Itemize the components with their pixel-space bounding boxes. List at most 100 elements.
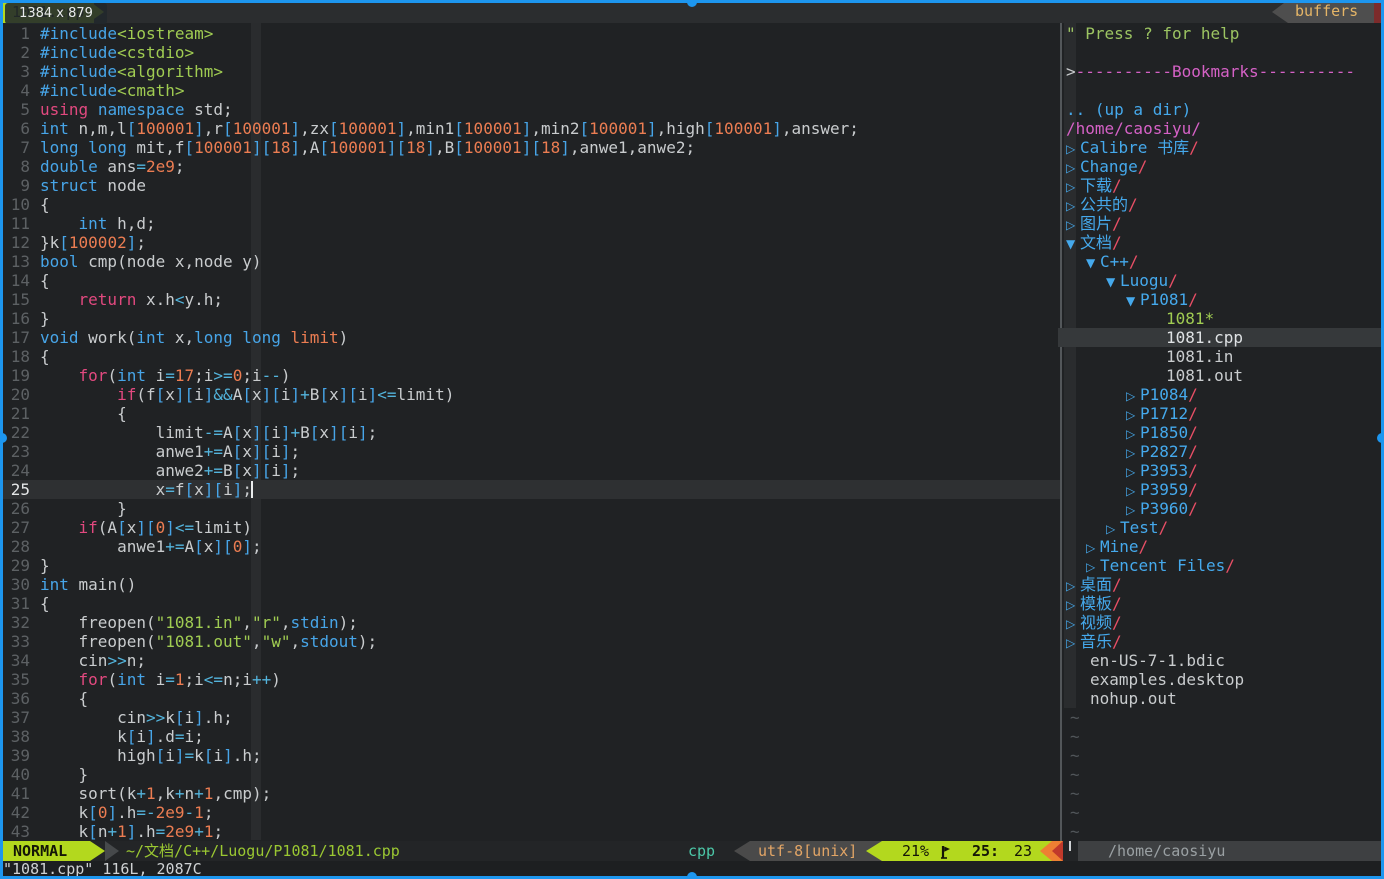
line-number: 25 [0,480,30,499]
code-line-22[interactable]: 22 limit-=A[x][i]+B[x][i]; [0,423,1062,442]
tree-item-Change[interactable]: ▷Change/ [1058,157,1384,176]
tree-item-P3960[interactable]: ▷P3960/ [1058,499,1384,518]
code-line-4[interactable]: 4#include<cmath> [0,81,1062,100]
code-line-9[interactable]: 9struct node [0,176,1062,195]
code-line-30[interactable]: 30int main() [0,575,1062,594]
tree-item-Mine[interactable]: ▷Mine/ [1058,537,1384,556]
vim-editor-screen: 1081.cpp buffers 1384 x 879 1#include<io… [0,0,1384,879]
line-number: 35 [0,670,30,689]
code-line-1[interactable]: 1#include<iostream> [0,24,1062,43]
tree-item-P1850[interactable]: ▷P1850/ [1058,423,1384,442]
tree-item-~[interactable]: ~ [1058,765,1384,784]
tree-item-nohup.out[interactable]: nohup.out [1058,689,1384,708]
tree-item-图片[interactable]: ▷图片/ [1058,214,1384,233]
code-line-42[interactable]: 42 k[0].h=-2e9-1; [0,803,1062,822]
code-line-25[interactable]: 25 x=f[x][i]; [0,480,1062,499]
code-line-20[interactable]: 20 if(f[x][i]&&A[x][i]+B[x][i]<=limit) [0,385,1062,404]
tree-item-" Press ? for help[interactable]: " Press ? for help [1058,24,1384,43]
code-line-33[interactable]: 33 freopen("1081.out","w",stdout); [0,632,1062,651]
code-line-27[interactable]: 27 if(A[x][0]<=limit) [0,518,1062,537]
tree-item-Test[interactable]: ▷Test/ [1058,518,1384,537]
tree-item-1081.cpp[interactable]: 1081.cpp [1058,328,1384,347]
tree-item-~[interactable]: ~ [1058,727,1384,746]
tree-item-文档[interactable]: ▼文档/ [1058,233,1384,252]
tree-item-~[interactable]: ~ [1058,784,1384,803]
line-number: 6 [0,119,30,138]
tree-item-Luogu[interactable]: ▼Luogu/ [1058,271,1384,290]
code-line-34[interactable]: 34 cin>>n; [0,651,1062,670]
code-line-11[interactable]: 11 int h,d; [0,214,1062,233]
code-line-40[interactable]: 40 } [0,765,1062,784]
tree-item-Calibre 书库[interactable]: ▷Calibre 书库/ [1058,138,1384,157]
code-line-16[interactable]: 16} [0,309,1062,328]
code-line-6[interactable]: 6int n,m,l[100001],r[100001],zx[100001],… [0,119,1062,138]
tree-item-examples.desktop[interactable]: examples.desktop [1058,670,1384,689]
tree-item-P3959[interactable]: ▷P3959/ [1058,480,1384,499]
code-line-35[interactable]: 35 for(int i=1;i<=n;i++) [0,670,1062,689]
code-line-19[interactable]: 19 for(int i=17;i>=0;i--) [0,366,1062,385]
code-line-18[interactable]: 18{ [0,347,1062,366]
code-line-21[interactable]: 21 { [0,404,1062,423]
code-line-37[interactable]: 37 cin>>k[i].h; [0,708,1062,727]
tree-item-1081.out[interactable]: 1081.out [1058,366,1384,385]
tree-item->----------Bookmarks[interactable]: >----------Bookmarks---------- [1058,62,1384,81]
tree-item-P1084[interactable]: ▷P1084/ [1058,385,1384,404]
code-line-3[interactable]: 3#include<algorithm> [0,62,1062,81]
code-line-32[interactable]: 32 freopen("1081.in","r",stdin); [0,613,1062,632]
tree-item-/home/caosiyu/[interactable]: /home/caosiyu/ [1058,119,1384,138]
tree-item-Tencent Files[interactable]: ▷Tencent Files/ [1058,556,1384,575]
line-number: 3 [0,62,30,81]
tree-item-~[interactable]: ~ [1058,746,1384,765]
code-line-17[interactable]: 17void work(int x,long long limit) [0,328,1062,347]
code-line-7[interactable]: 7long long mit,f[100001][18],A[100001][1… [0,138,1062,157]
line-number: 29 [0,556,30,575]
code-line-15[interactable]: 15 return x.h<y.h; [0,290,1062,309]
code-line-24[interactable]: 24 anwe2+=B[x][i]; [0,461,1062,480]
tree-item-~[interactable]: ~ [1058,822,1384,841]
tree-item-1081*[interactable]: 1081* [1058,309,1384,328]
tree-item-模板[interactable]: ▷模板/ [1058,594,1384,613]
code-line-2[interactable]: 2#include<cstdio> [0,43,1062,62]
code-line-29[interactable]: 29} [0,556,1062,575]
tree-item-~[interactable]: ~ [1058,803,1384,822]
code-line-8[interactable]: 8double ans=2e9; [0,157,1062,176]
buffers-label[interactable]: buffers [1288,0,1374,23]
file-path: ~/文档/C++/Luogu/P1081/1081.cpp [126,841,400,861]
tree-item-1081.in[interactable]: 1081.in [1058,347,1384,366]
tree-item-桌面[interactable]: ▷桌面/ [1058,575,1384,594]
code-line-43[interactable]: 43 k[n+1].h=2e9+1; [0,822,1062,841]
tree-item-P2827[interactable]: ▷P2827/ [1058,442,1384,461]
selection-handle-bottom[interactable] [687,872,697,879]
line-number: 9 [0,176,30,195]
selection-handle-right[interactable] [1377,433,1384,443]
code-line-12[interactable]: 12}k[100002]; [0,233,1062,252]
code-line-13[interactable]: 13bool cmp(node x,node y) [0,252,1062,271]
encoding-indicator: utf-8[unix] [750,841,866,861]
mode-indicator: NORMAL [0,841,90,861]
code-buffer[interactable]: 1#include<iostream>2#include<cstdio>3#in… [0,24,1062,841]
code-line-10[interactable]: 10{ [0,195,1062,214]
code-line-26[interactable]: 26 } [0,499,1062,518]
tree-item-P1712[interactable]: ▷P1712/ [1058,404,1384,423]
tree-item-.. (up a dir)[interactable]: .. (up a dir) [1058,100,1384,119]
code-line-5[interactable]: 5using namespace std; [0,100,1062,119]
code-line-23[interactable]: 23 anwe1+=A[x][i]; [0,442,1062,461]
tree-item-公共的[interactable]: ▷公共的/ [1058,195,1384,214]
tree-item-下载[interactable]: ▷下载/ [1058,176,1384,195]
code-line-28[interactable]: 28 anwe1+=A[x][0]; [0,537,1062,556]
tree-item-C++[interactable]: ▼C++/ [1058,252,1384,271]
tree-item-视频[interactable]: ▷视频/ [1058,613,1384,632]
line-number: 39 [0,746,30,765]
code-line-36[interactable]: 36 { [0,689,1062,708]
tree-item-音乐[interactable]: ▷音乐/ [1058,632,1384,651]
tree-item-P1081[interactable]: ▼P1081/ [1058,290,1384,309]
code-line-31[interactable]: 31{ [0,594,1062,613]
code-line-39[interactable]: 39 high[i]=k[i].h; [0,746,1062,765]
code-line-14[interactable]: 14{ [0,271,1062,290]
code-line-41[interactable]: 41 sort(k+1,k+n+1,cmp); [0,784,1062,803]
line-number: 1 [0,24,30,43]
tree-item-P3953[interactable]: ▷P3953/ [1058,461,1384,480]
tree-item-en-US-7-1.bdic[interactable]: en-US-7-1.bdic [1058,651,1384,670]
code-line-38[interactable]: 38 k[i].d=i; [0,727,1062,746]
tree-item-~[interactable]: ~ [1058,708,1384,727]
